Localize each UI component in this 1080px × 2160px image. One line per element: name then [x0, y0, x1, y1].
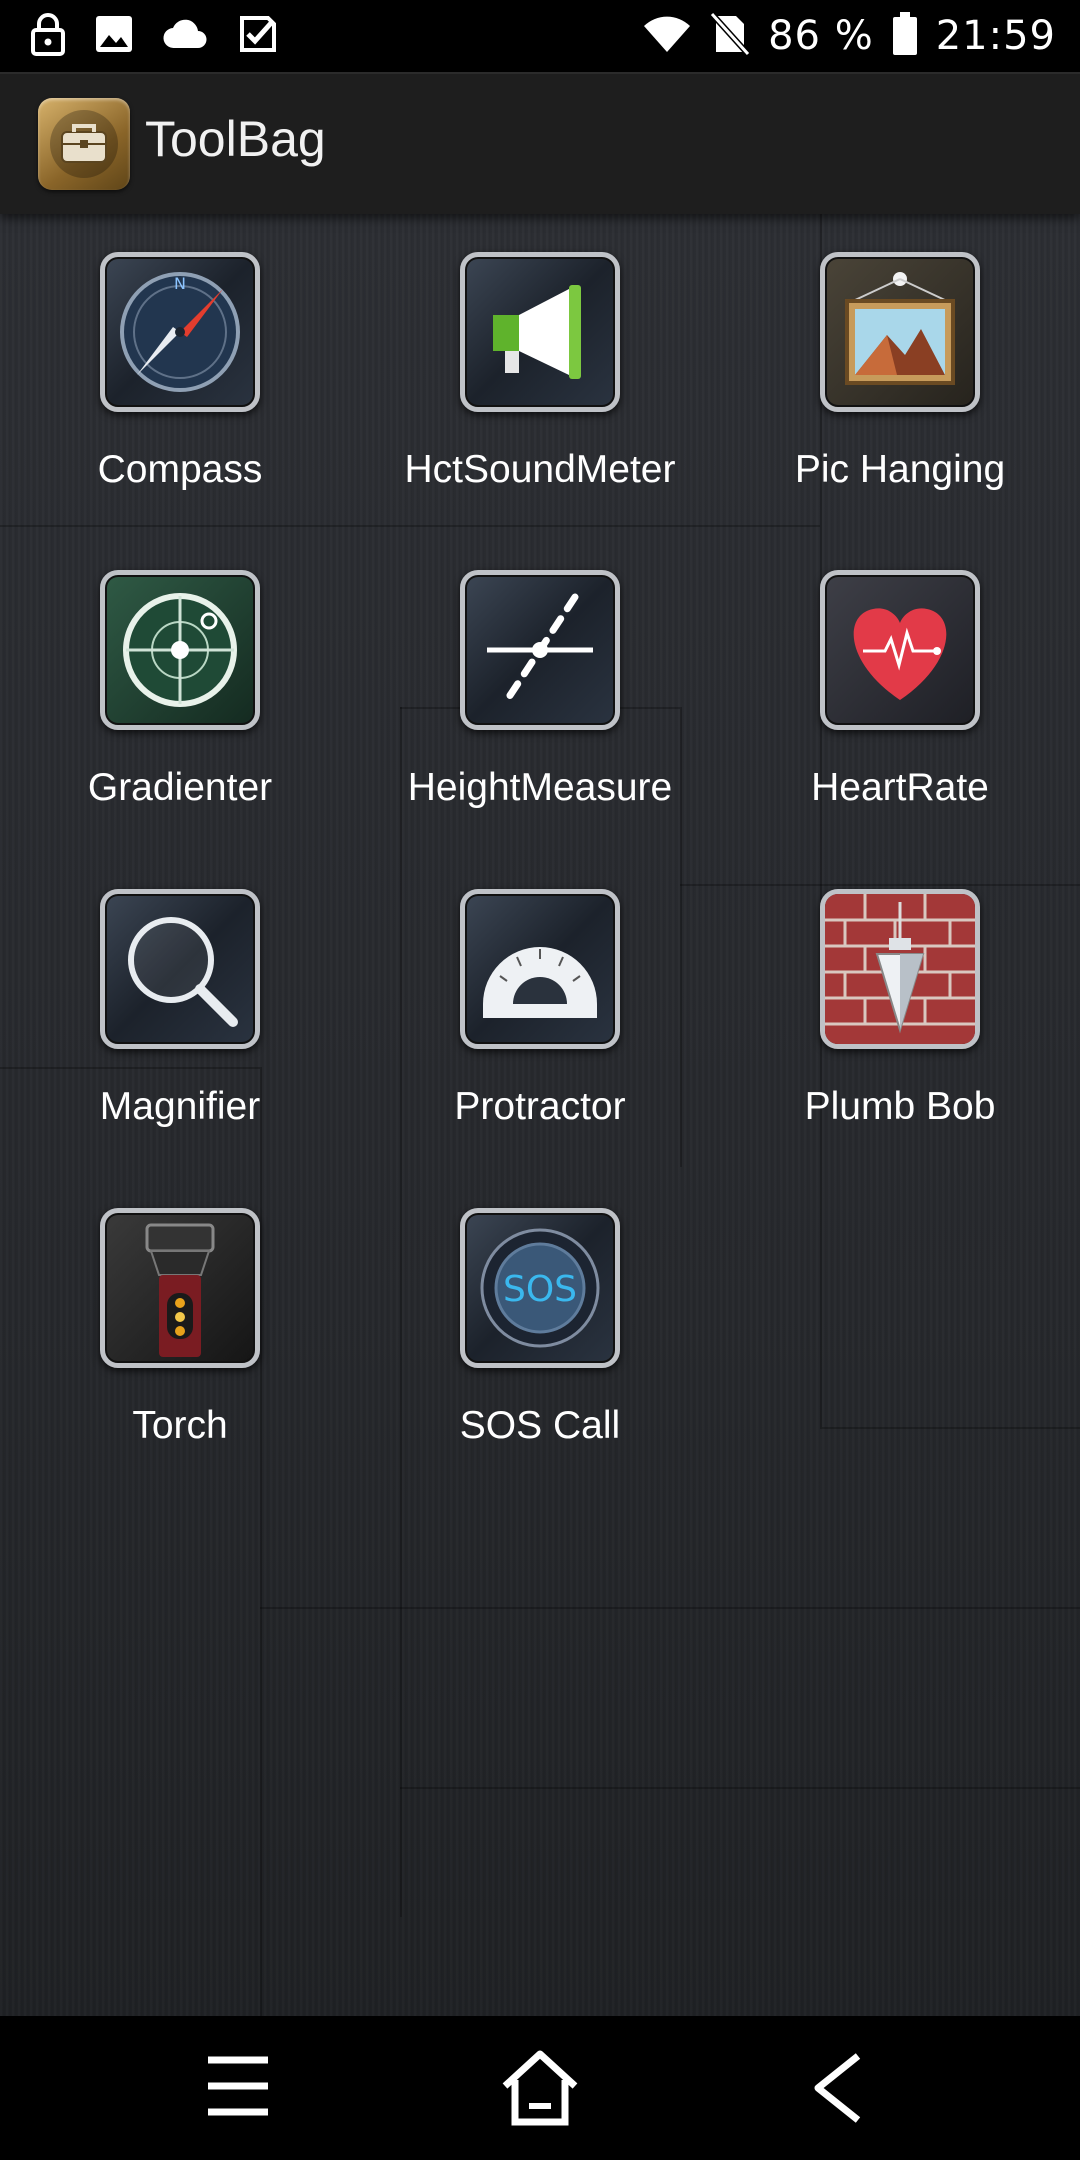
battery-icon	[892, 12, 918, 60]
tile-divider	[260, 1607, 1080, 1609]
sos-icon: SOS	[460, 1208, 620, 1368]
app-label: Compass	[97, 448, 263, 491]
app-label: HctSoundMeter	[404, 448, 676, 491]
cloud-icon	[162, 18, 210, 54]
compass-north-letter: N	[174, 274, 186, 293]
app-label: Protractor	[454, 1085, 626, 1128]
status-right-icons: 86 % 21:59	[642, 10, 1056, 62]
app-label: Torch	[132, 1404, 228, 1447]
app-item-hctsoundmeter[interactable]: HctSoundMeter	[360, 252, 720, 552]
menu-button[interactable]	[194, 2046, 284, 2130]
app-item-protractor[interactable]: Protractor	[360, 889, 720, 1189]
compass-icon: N	[100, 252, 260, 412]
protractor-icon	[460, 889, 620, 1049]
app-label: Plumb Bob	[804, 1085, 996, 1128]
tile-divider	[680, 884, 1080, 886]
status-bar: 86 % 21:59	[0, 0, 1080, 72]
app-grid-area: N Compass HctSoundMeter Pic Hanging Grad…	[0, 212, 1080, 2017]
app-item-heartrate[interactable]: HeartRate	[720, 570, 1080, 870]
toolbox-icon	[38, 98, 130, 190]
app-label: HeartRate	[811, 766, 989, 809]
sos-icon-text: SOS	[503, 1269, 577, 1310]
tile-divider	[820, 1427, 1080, 1429]
plumb-bob-icon	[820, 889, 980, 1049]
image-icon	[94, 14, 134, 58]
wifi-icon	[642, 14, 692, 58]
app-label: Gradienter	[87, 766, 273, 809]
megaphone-icon	[460, 252, 620, 412]
torch-icon	[100, 1208, 260, 1368]
screen: 86 % 21:59 ToolBag N Compass HctSoundMet…	[0, 0, 1080, 2160]
checklist-icon	[238, 14, 278, 58]
app-label: Magnifier	[99, 1085, 261, 1128]
no-sim-icon	[709, 11, 751, 60]
picture-frame-icon	[820, 252, 980, 412]
back-button[interactable]	[796, 2046, 886, 2130]
heart-icon	[820, 570, 980, 730]
tile-divider	[400, 1787, 1080, 1789]
clock: 21:59	[935, 13, 1056, 59]
status-left-icons	[30, 10, 278, 62]
back-icon	[814, 2053, 861, 2123]
home-icon	[502, 2050, 578, 2126]
menu-icon	[208, 2056, 268, 2116]
level-icon	[100, 570, 260, 730]
height-measure-icon	[460, 570, 620, 730]
app-item-compass[interactable]: N Compass	[0, 252, 360, 552]
app-item-magnifier[interactable]: Magnifier	[0, 889, 360, 1189]
app-item-torch[interactable]: Torch	[0, 1208, 360, 1508]
app-title: ToolBag	[145, 111, 326, 167]
app-label: SOS Call	[459, 1404, 621, 1447]
app-item-heightmeasure[interactable]: HeightMeasure	[360, 570, 720, 870]
app-item-pic-hanging[interactable]: Pic Hanging	[720, 252, 1080, 552]
app-bar: ToolBag	[0, 72, 1080, 214]
app-item-plumb-bob[interactable]: Plumb Bob	[720, 889, 1080, 1189]
app-label: HeightMeasure	[407, 766, 673, 809]
magnifier-icon	[100, 889, 260, 1049]
battery-percent: 86 %	[768, 13, 874, 59]
lock-icon	[30, 12, 66, 60]
app-item-sos-call[interactable]: SOS SOS Call	[360, 1208, 720, 1508]
app-label: Pic Hanging	[794, 448, 1006, 491]
home-button[interactable]	[495, 2046, 585, 2130]
navigation-bar	[0, 2016, 1080, 2160]
app-item-gradienter[interactable]: Gradienter	[0, 570, 360, 870]
